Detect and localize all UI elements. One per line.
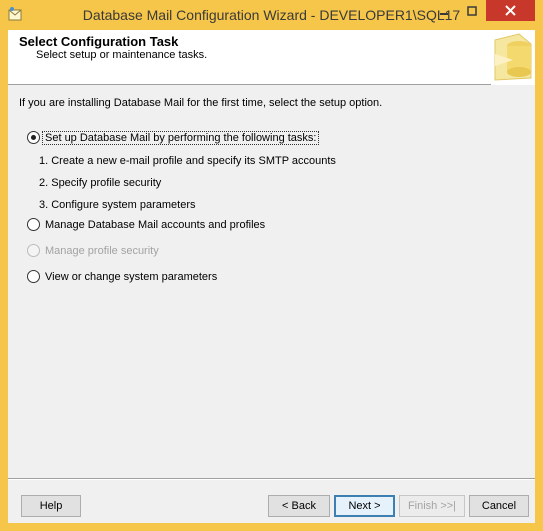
radio-manage-security xyxy=(27,244,40,257)
next-button[interactable]: Next > xyxy=(334,495,395,517)
setup-step-2: 2. Specify profile security xyxy=(39,177,162,189)
option-system-parameters[interactable]: View or change system parameters xyxy=(27,270,219,283)
page-title: Select Configuration Task xyxy=(19,34,179,49)
title-bar[interactable]: Database Mail Configuration Wizard - DEV… xyxy=(0,0,543,30)
maximize-icon xyxy=(466,5,477,16)
option-label[interactable]: View or change system parameters xyxy=(43,271,219,283)
radio-selected-dot xyxy=(31,135,36,140)
radio-manage-accounts[interactable] xyxy=(27,218,40,231)
radio-setup[interactable] xyxy=(27,131,40,144)
wizard-client-area: Select Configuration Task Select setup o… xyxy=(8,30,535,523)
cancel-button[interactable]: Cancel xyxy=(469,495,529,517)
radio-system-parameters[interactable] xyxy=(27,270,40,283)
close-button[interactable] xyxy=(486,0,535,21)
option-label[interactable]: Set up Database Mail by performing the f… xyxy=(41,130,320,145)
setup-step-1: 1. Create a new e-mail profile and speci… xyxy=(39,155,336,167)
footer-divider xyxy=(8,478,535,480)
back-button[interactable]: < Back xyxy=(268,495,330,517)
option-label[interactable]: Manage Database Mail accounts and profil… xyxy=(43,219,267,231)
wizard-header: Select Configuration Task Select setup o… xyxy=(8,30,535,85)
wizard-window: Database Mail Configuration Wizard - DEV… xyxy=(0,0,543,531)
intro-text: If you are installing Database Mail for … xyxy=(19,97,383,109)
option-manage-profile-security: Manage profile security xyxy=(27,244,161,257)
option-manage-accounts[interactable]: Manage Database Mail accounts and profil… xyxy=(27,218,267,231)
database-mail-icon xyxy=(491,30,535,85)
maximize-button[interactable] xyxy=(458,0,485,21)
option-label: Manage profile security xyxy=(45,244,159,257)
setup-step-3: 3. Configure system parameters xyxy=(39,199,196,211)
finish-button: Finish >>| xyxy=(399,495,465,517)
page-subtitle: Select setup or maintenance tasks. xyxy=(36,49,208,61)
minimize-button[interactable] xyxy=(430,0,458,21)
option-setup-database-mail[interactable]: Set up Database Mail by performing the f… xyxy=(27,130,320,145)
minimize-icon xyxy=(440,12,448,15)
help-button[interactable]: Help xyxy=(21,495,81,517)
close-icon xyxy=(505,5,516,16)
